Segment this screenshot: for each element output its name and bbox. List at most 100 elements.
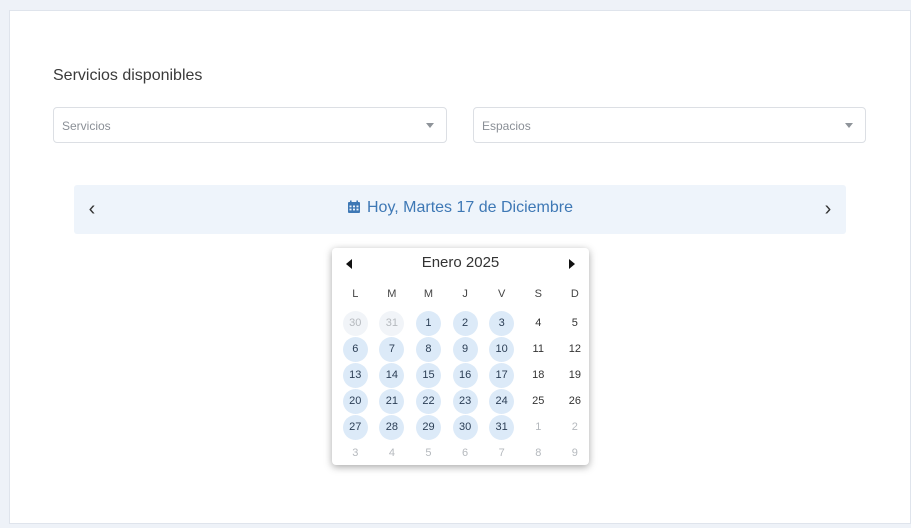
calendar-day[interactable]: 2: [557, 414, 594, 440]
calendar-day[interactable]: 9: [447, 336, 484, 362]
calendar-day-number: 3: [352, 447, 359, 459]
calendar-day[interactable]: 12: [557, 336, 594, 362]
calendar-day-number: 19: [568, 369, 581, 381]
calendar-day[interactable]: 11: [520, 336, 557, 362]
calendar-day[interactable]: 31: [374, 310, 411, 336]
calendar-day[interactable]: 29: [410, 414, 447, 440]
weekday-header: D: [570, 288, 579, 300]
calendar-day-number: 5: [571, 317, 578, 329]
calendar-day[interactable]: 8: [410, 336, 447, 362]
servicios-placeholder: Servicios: [62, 119, 111, 133]
calendar-day-number: 23: [452, 388, 478, 414]
weekday-header: J: [462, 288, 468, 300]
calendar-day[interactable]: 28: [374, 414, 411, 440]
calendar-grid: L M M J V S D 30 31 1 2 3 4 5 6 7 8 9 10 11 12 13 14 15 16 17 18 19…: [337, 284, 593, 466]
calendar-day-number: 7: [379, 336, 405, 362]
calendar-day-number: 8: [535, 447, 542, 459]
calendar-day[interactable]: 2: [447, 310, 484, 336]
calendar-day[interactable]: 9: [557, 440, 594, 466]
calendar-day[interactable]: 5: [557, 310, 594, 336]
calendar-day[interactable]: 30: [447, 414, 484, 440]
calendar-day[interactable]: 20: [337, 388, 374, 414]
calendar-day-number: 28: [379, 414, 405, 440]
calendar-day[interactable]: 4: [520, 310, 557, 336]
calendar-day-number: 10: [489, 336, 515, 362]
calendar-day[interactable]: 14: [374, 362, 411, 388]
calendar-day-number: 9: [452, 336, 478, 362]
calendar-day[interactable]: 30: [337, 310, 374, 336]
calendar-day[interactable]: 15: [410, 362, 447, 388]
calendar-day-number: 8: [415, 336, 441, 362]
calendar-day-number: 4: [535, 317, 542, 329]
calendar-day[interactable]: 22: [410, 388, 447, 414]
calendar-day-number: 27: [342, 414, 368, 440]
section-title: Servicios disponibles: [53, 67, 203, 84]
calendar-day-number: 17: [489, 362, 515, 388]
calendar-day-number: 13: [342, 362, 368, 388]
calendar-day[interactable]: 5: [410, 440, 447, 466]
calendar-day-number: 6: [462, 447, 469, 459]
caret-down-icon: [426, 123, 434, 128]
month-label: Enero 2025: [421, 254, 500, 271]
next-day-button[interactable]: ›: [818, 197, 838, 221]
calendar-day-number: 20: [342, 388, 368, 414]
calendar-day-number: 6: [342, 336, 368, 362]
calendar-day[interactable]: 3: [337, 440, 374, 466]
calendar-day-number: 2: [571, 421, 578, 433]
calendar-day-number: 12: [568, 343, 581, 355]
calendar-day[interactable]: 13: [337, 362, 374, 388]
calendar-day-number: 21: [379, 388, 405, 414]
calendar-day[interactable]: 21: [374, 388, 411, 414]
calendar-day-number: 18: [532, 369, 545, 381]
weekday-header: S: [534, 288, 542, 300]
calendar-day-number: 5: [425, 447, 432, 459]
calendar-day[interactable]: 6: [337, 336, 374, 362]
calendar-day-number: 26: [568, 395, 581, 407]
calendar-day-number: 14: [379, 362, 405, 388]
next-month-icon[interactable]: [569, 259, 575, 269]
calendar-day[interactable]: 16: [447, 362, 484, 388]
weekday-header: M: [387, 288, 397, 300]
calendar-day[interactable]: 17: [483, 362, 520, 388]
calendar-day-number: 4: [388, 447, 395, 459]
calendar-day[interactable]: 7: [483, 440, 520, 466]
calendar-day-number: 2: [452, 310, 478, 336]
servicios-select[interactable]: Servicios: [53, 107, 447, 143]
calendar-day[interactable]: 1: [410, 310, 447, 336]
calendar-day-number: 1: [535, 421, 542, 433]
calendar-day[interactable]: 25: [520, 388, 557, 414]
calendar-day[interactable]: 1: [520, 414, 557, 440]
calendar-day-number: 30: [452, 414, 478, 440]
calendar-day-number: 29: [415, 414, 441, 440]
calendar-day[interactable]: 27: [337, 414, 374, 440]
calendar-icon: [348, 200, 360, 213]
calendar-day-number: 11: [532, 343, 544, 355]
espacios-select[interactable]: Espacios: [473, 107, 866, 143]
current-day-label[interactable]: Hoy, Martes 17 de Diciembre: [367, 199, 573, 216]
calendar-day[interactable]: 23: [447, 388, 484, 414]
current-day-label-wrap: Hoy, Martes 17 de Diciembre: [74, 199, 846, 217]
calendar-day[interactable]: 7: [374, 336, 411, 362]
calendar-day-number: 7: [498, 447, 505, 459]
calendar-day-number: 30: [342, 310, 368, 336]
calendar-day-number: 24: [489, 388, 515, 414]
calendar-day-number: 22: [415, 388, 441, 414]
calendar-day[interactable]: 3: [483, 310, 520, 336]
calendar-day-number: 25: [532, 395, 545, 407]
calendar-day-number: 15: [415, 362, 441, 388]
calendar-day-number: 9: [571, 447, 578, 459]
calendar-day[interactable]: 10: [483, 336, 520, 362]
calendar-day[interactable]: 19: [557, 362, 594, 388]
calendar-day[interactable]: 31: [483, 414, 520, 440]
calendar-day[interactable]: 6: [447, 440, 484, 466]
day-navigator: ‹ Hoy, Martes 17 de Diciembre ›: [74, 185, 846, 234]
calendar-day-number: 31: [489, 414, 515, 440]
datepicker-popup: Enero 2025 L M M J V S D 30 31 1 2 3 4 5 6 7 8 9 10 11 12 13 1…: [332, 248, 589, 465]
calendar-day-number: 16: [452, 362, 478, 388]
calendar-day[interactable]: 18: [520, 362, 557, 388]
calendar-day[interactable]: 8: [520, 440, 557, 466]
calendar-day[interactable]: 4: [374, 440, 411, 466]
calendar-day[interactable]: 24: [483, 388, 520, 414]
calendar-day[interactable]: 26: [557, 388, 594, 414]
calendar-day-number: 31: [379, 310, 405, 336]
